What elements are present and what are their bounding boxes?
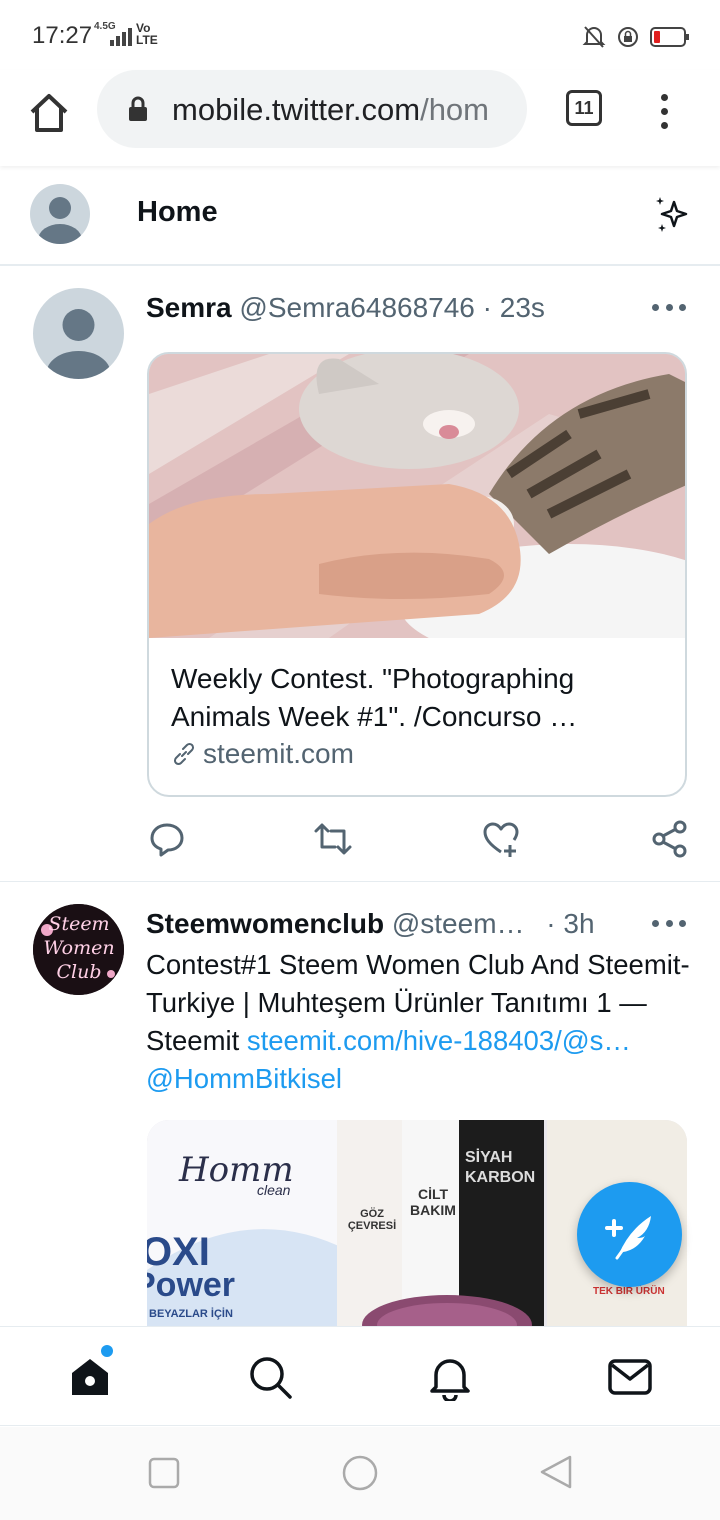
tweet-time[interactable]: 23s — [500, 292, 545, 323]
card-domain-text: steemit.com — [203, 738, 354, 769]
tweet-link[interactable]: steemit.com/hive-188403/@s… — [247, 1025, 631, 1056]
tek-label: TEK BİR ÜRÜN — [593, 1286, 665, 1297]
tweet-header: Steemwomenclub @steem… · 3h — [146, 908, 595, 940]
user-avatar[interactable]: Steem Women Club — [33, 904, 124, 995]
home-circle-icon[interactable] — [341, 1454, 379, 1492]
browser-home-icon[interactable] — [26, 90, 72, 136]
user-handle[interactable]: @steem… — [392, 908, 525, 939]
page-title: Home — [137, 196, 218, 228]
card-domain: steemit.com — [171, 738, 354, 770]
lock-icon — [129, 96, 147, 121]
system-navigation-bar — [0, 1427, 720, 1520]
rotation-lock-icon — [618, 27, 638, 47]
card-title: Weekly Contest. "Photographing Animals W… — [171, 663, 578, 732]
user-avatar[interactable] — [33, 288, 124, 379]
messages-icon[interactable] — [606, 1353, 654, 1401]
recents-icon[interactable] — [148, 1457, 180, 1489]
reply-icon[interactable] — [147, 819, 187, 859]
more-options-icon[interactable] — [652, 920, 686, 930]
bell-muted-icon — [582, 26, 606, 48]
avatar-logo-text: Steem Women Club — [43, 913, 115, 983]
bottom-navigation — [0, 1326, 720, 1426]
tweet-actions — [147, 819, 692, 859]
card-image — [149, 354, 685, 638]
address-bar[interactable]: mobile.twitter.com/hom — [97, 70, 527, 148]
url-host: mobile.twitter.com — [172, 92, 421, 127]
link-card[interactable]: Weekly Contest. "Photographing Animals W… — [147, 352, 687, 797]
goz-label: GÖZ ÇEVRESİ — [347, 1208, 397, 1232]
like-icon[interactable] — [481, 819, 521, 859]
volte-indicator: Vo LTE — [136, 21, 158, 47]
twitter-header: Home — [0, 166, 720, 266]
compose-feather-icon — [605, 1216, 651, 1260]
back-icon[interactable] — [538, 1453, 574, 1491]
compose-tweet-button[interactable] — [577, 1182, 682, 1287]
link-icon — [173, 742, 195, 766]
notifications-bell-icon[interactable] — [426, 1353, 474, 1401]
more-options-icon[interactable] — [652, 304, 686, 314]
status-time: 17:27 — [32, 22, 93, 49]
siyah-label: SİYAH KARBON — [465, 1149, 536, 1186]
beyazlar-label: BEYAZLAR İÇİN — [149, 1308, 233, 1320]
brand-sub-label: clean — [257, 1182, 291, 1198]
tweet-header: Semra @Semra64868746 · 23s — [146, 292, 545, 324]
notification-dot — [101, 1345, 113, 1357]
battery-icon — [650, 27, 689, 47]
share-icon[interactable] — [650, 819, 690, 859]
tweet[interactable]: Semra @Semra64868746 · 23s Weekly Contes… — [0, 268, 720, 882]
power-label: Power — [147, 1266, 236, 1304]
separator-dot: · — [482, 292, 492, 323]
separator-dot: · — [546, 908, 556, 939]
retweet-icon[interactable] — [313, 819, 353, 859]
status-bar: 17:27 4.5G Vo LTE — [0, 0, 720, 70]
cilt-label: CİLT BAKIM — [410, 1186, 456, 1218]
mention-link[interactable]: @HommBitkisel — [146, 1063, 342, 1094]
user-handle[interactable]: @Semra64868746 — [239, 292, 474, 323]
url-path: /hom — [420, 92, 489, 127]
profile-avatar[interactable] — [30, 184, 90, 244]
tab-switcher-button[interactable]: 11 — [566, 90, 602, 126]
display-name[interactable]: Steemwomenclub — [146, 908, 384, 939]
tweet-text: Contest#1 Steem Women Club And Steemit-T… — [146, 946, 696, 1098]
signal-icon — [110, 28, 132, 46]
url-text: mobile.twitter.com/hom — [172, 92, 489, 128]
search-icon[interactable] — [246, 1353, 294, 1401]
tweet-time[interactable]: 3h — [563, 908, 594, 939]
home-icon[interactable] — [66, 1353, 114, 1401]
browser-menu-icon[interactable] — [652, 90, 676, 134]
display-name[interactable]: Semra — [146, 292, 232, 323]
browser-toolbar: mobile.twitter.com/hom 11 — [0, 70, 720, 166]
sparkle-icon[interactable] — [652, 194, 692, 234]
